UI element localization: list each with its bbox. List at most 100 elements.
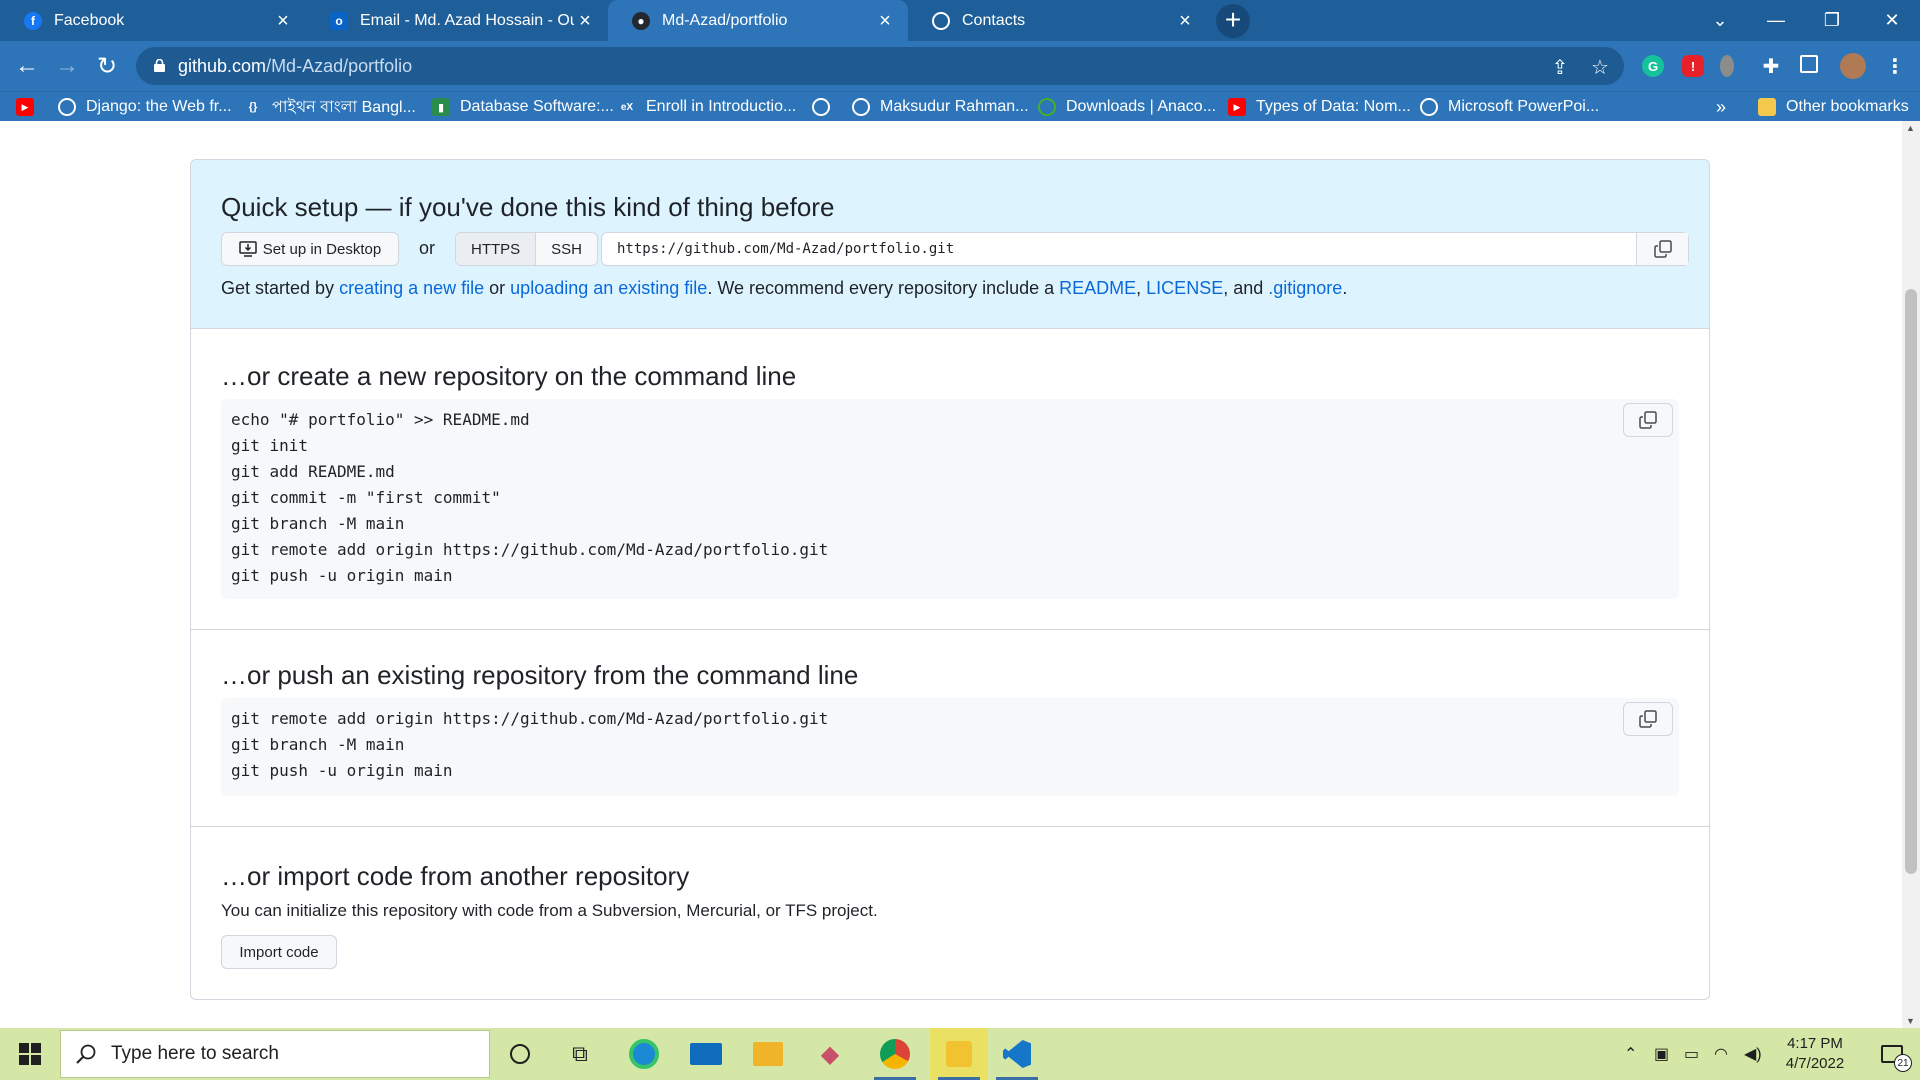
import-repo-section: …or import code from another repository … [191,827,1709,999]
forward-icon[interactable]: → [50,49,84,83]
bookmark-maksudur[interactable]: Maksudur Rahman... [852,96,1029,118]
https-button[interactable]: HTTPS [456,233,537,265]
copy-url-button[interactable] [1636,233,1688,265]
tab-strip: f Facebook × o Email - Md. Azad Hossain … [0,0,1920,41]
push-repo-code-block: git remote add origin https://github.com… [221,698,1679,796]
github-icon: ● [632,11,650,30]
start-button[interactable] [0,1028,60,1080]
tab-facebook[interactable]: f Facebook × [0,0,306,41]
bookmark-globe[interactable] [812,96,840,118]
extension-red-icon[interactable]: ! [1682,55,1704,77]
globe-icon [932,11,950,30]
scroll-up-icon[interactable]: ▲ [1906,123,1915,133]
tab-title: Contacts [962,11,1026,29]
or-text: or [419,238,436,258]
restore-icon[interactable]: ❐ [1804,0,1860,41]
close-tab-icon[interactable]: × [272,11,294,31]
new-repo-code: echo "# portfolio" >> README.md git init… [231,410,829,585]
file-explorer-icon[interactable] [742,1028,794,1080]
scroll-down-icon[interactable]: ▼ [1906,1016,1915,1026]
bookmarks-bar: ▶ Django: the Web fr... {} পাইথন বাংলা B… [0,91,1920,121]
cortana-icon[interactable] [496,1028,544,1080]
bookmark-youtube[interactable]: ▶ [16,96,44,118]
sticky-app-icon[interactable] [930,1028,988,1080]
tab-github-portfolio[interactable]: ● Md-Azad/portfolio × [608,0,908,41]
readme-link[interactable]: README [1059,278,1136,298]
minimize-icon[interactable]: — [1748,0,1804,41]
side-panel-icon[interactable] [1800,55,1818,73]
page-scrollbar[interactable]: ▲ ▼ [1902,121,1920,1028]
avatar[interactable] [1840,53,1866,79]
task-view-icon[interactable]: ⧉ [556,1028,604,1080]
import-code-button[interactable]: Import code [221,935,337,969]
grammarly-icon[interactable]: G [1642,55,1664,77]
quick-setup-title: Quick setup — if you've done this kind o… [221,192,835,222]
back-icon[interactable]: ← [10,49,44,83]
show-hidden-icons[interactable]: ⌃ [1624,1044,1637,1064]
tab-email[interactable]: o Email - Md. Azad Hossain - Outlo × [306,0,608,41]
code-icon: {} [248,101,258,113]
new-tab-button[interactable]: + [1216,4,1250,38]
close-window-icon[interactable]: ✕ [1864,0,1920,41]
address-bar[interactable]: github.com/Md-Azad/portfolio ⇪ ☆ [136,47,1624,85]
notification-center-icon[interactable]: 21 [1864,1028,1920,1080]
clone-url-field[interactable]: https://github.com/Md-Azad/portfolio.git [601,232,1689,266]
create-new-file-link[interactable]: creating a new file [339,278,484,298]
battery-icon[interactable]: ▭ [1684,1044,1699,1064]
globe-icon [58,98,76,116]
vscode-icon[interactable] [988,1028,1046,1080]
youtube-icon: ▶ [16,98,34,116]
more-bookmarks-button[interactable]: » [1716,96,1726,118]
copy-new-repo-button[interactable] [1623,403,1673,437]
new-repo-title: …or create a new repository on the comma… [221,361,797,391]
scrollbar-thumb[interactable] [1905,289,1917,874]
ssh-button[interactable]: SSH [536,233,597,265]
close-tab-icon[interactable]: × [574,11,596,31]
new-repo-code-block: echo "# portfolio" >> README.md git init… [221,399,1679,599]
globe-icon [852,98,870,116]
taskbar-search[interactable]: Type here to search [60,1030,490,1078]
close-tab-icon[interactable]: × [1174,11,1196,31]
setup-box: Quick setup — if you've done this kind o… [190,159,1710,1000]
setup-in-desktop-button[interactable]: Set up in Desktop [221,232,399,266]
extensions-puzzle-icon[interactable]: ✚ [1760,55,1782,78]
push-repo-section: …or push an existing repository from the… [191,630,1709,827]
reload-icon[interactable]: ↻ [90,49,124,83]
edge-icon[interactable] [618,1028,670,1080]
facebook-icon: f [24,11,42,30]
tab-title: Email - Md. Azad Hossain - Outlo [360,11,574,29]
meet-now-icon[interactable]: ▣ [1654,1044,1669,1064]
tab-title: Facebook [54,11,125,29]
anaconda-icon [1038,98,1056,116]
taskbar-clock[interactable]: 4:17 PM 4/7/2022 [1770,1034,1860,1074]
volume-icon[interactable]: ◀) [1744,1044,1762,1064]
globe-icon [812,98,830,116]
other-bookmarks[interactable]: Other bookmarks [1758,96,1909,118]
bookmark-edx[interactable]: eX Enroll in Introductio... [618,96,796,118]
wifi-icon[interactable]: ◠ [1714,1044,1728,1064]
tab-search-icon[interactable]: ⌄ [1692,0,1748,41]
bookmark-database-software[interactable]: ▮ Database Software:... [432,96,614,118]
bookmark-types-of-data[interactable]: ▶ Types of Data: Nom... [1228,96,1411,118]
bookmark-python-bangla[interactable]: {} পাইথন বাংলা Bangl... [244,96,416,118]
bookmark-powerpoint[interactable]: Microsoft PowerPoi... [1420,96,1599,118]
bookmark-anaconda[interactable]: Downloads | Anaco... [1038,96,1216,118]
copy-push-repo-button[interactable] [1623,702,1673,736]
import-repo-text: You can initialize this repository with … [221,901,878,920]
menu-dots-icon[interactable]: ⋮ [1884,55,1906,78]
license-link[interactable]: LICENSE [1146,278,1223,298]
close-tab-icon[interactable]: × [874,11,896,31]
push-repo-title: …or push an existing repository from the… [221,660,859,690]
import-repo-title: …or import code from another repository [221,861,690,891]
extension-gray-icon[interactable] [1720,55,1734,77]
chrome-icon[interactable] [866,1028,924,1080]
bookmark-django[interactable]: Django: the Web fr... [58,96,232,118]
upload-existing-file-link[interactable]: uploading an existing file [510,278,707,298]
share-icon[interactable]: ⇪ [1548,55,1572,79]
mail-icon[interactable] [680,1028,732,1080]
tab-contacts[interactable]: Contacts × [908,0,1208,41]
app-icon[interactable]: ◆ [804,1028,856,1080]
database-icon: ▮ [432,98,450,116]
bookmark-star-icon[interactable]: ☆ [1588,55,1612,79]
gitignore-link[interactable]: .gitignore [1268,278,1342,298]
